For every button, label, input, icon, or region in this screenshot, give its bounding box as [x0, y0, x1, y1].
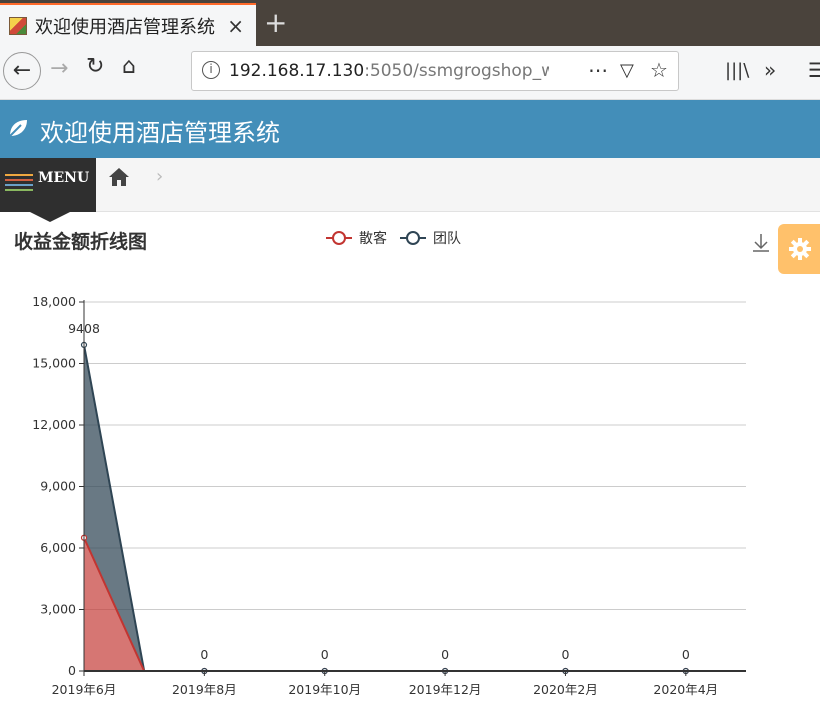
- data-label: 9408: [68, 321, 100, 336]
- area-walkin: [84, 537, 746, 671]
- breadcrumb: MENU ›: [0, 158, 820, 222]
- legend-marker-walkin: [332, 231, 346, 245]
- url-text[interactable]: 192.168.17.130:5050/ssmgrogshop_war/: [229, 61, 549, 81]
- menu-toggle-button[interactable]: MENU: [0, 158, 96, 212]
- x-tick-label: 2019年12月: [409, 682, 482, 697]
- home-icon[interactable]: ⌂: [122, 54, 136, 79]
- browser-tab[interactable]: 欢迎使用酒店管理系统 ×: [0, 3, 256, 46]
- y-tick-label: 9,000: [40, 479, 76, 494]
- info-icon[interactable]: i: [202, 61, 220, 79]
- chart-axes: 0 3,000 6,000 9,000 12,000 15,000 18,000 2019年6…: [32, 294, 746, 697]
- area-group: [84, 344, 746, 671]
- chart-title: 收益金额折线图: [14, 230, 147, 253]
- new-tab-button[interactable]: +: [264, 6, 287, 39]
- menu-lines-icon: [5, 174, 33, 194]
- data-label: 0: [321, 647, 329, 662]
- y-tick-label: 6,000: [40, 540, 76, 555]
- app-title: 欢迎使用酒店管理系统: [40, 119, 280, 147]
- browser-nav-bar: ← → ↻ ⌂ i 192.168.17.130:5050/ssmgrogsho…: [0, 46, 820, 100]
- url-host: 192.168.17.130: [229, 61, 365, 81]
- x-tick-label: 2019年8月: [172, 682, 237, 697]
- legend-label-walkin: 散客: [359, 230, 387, 247]
- tab-close-icon[interactable]: ×: [227, 14, 244, 38]
- data-label: 0: [682, 647, 690, 662]
- chart-grid: [84, 301, 746, 610]
- url-path: :5050/ssmgrogshop_war/: [364, 61, 549, 81]
- breadcrumb-home-icon[interactable]: [108, 166, 130, 188]
- library-icon[interactable]: |||\: [725, 60, 749, 81]
- favicon-icon: [9, 16, 27, 35]
- legend-label-group: 团队: [433, 231, 461, 247]
- y-tick-label: 3,000: [40, 602, 76, 617]
- download-icon[interactable]: [753, 234, 769, 252]
- breadcrumb-separator-icon: ›: [156, 166, 164, 187]
- leaf-icon: [9, 120, 27, 137]
- back-arrow-icon[interactable]: ←: [3, 52, 41, 90]
- chart-areas: [80, 341, 746, 675]
- legend-item-walkin[interactable]: 散客: [326, 230, 387, 247]
- chart-labels: 9408 0 0 0 0 0: [68, 321, 690, 662]
- chart-legend: 散客 团队: [326, 230, 461, 247]
- data-label: 0: [561, 647, 569, 662]
- legend-item-group[interactable]: 团队: [400, 231, 461, 247]
- pocket-icon[interactable]: ▽: [620, 60, 634, 81]
- y-tick-label: 15,000: [32, 356, 76, 371]
- forward-arrow-icon[interactable]: →: [50, 56, 68, 81]
- tab-title: 欢迎使用酒店管理系统: [35, 16, 215, 38]
- hamburger-menu-icon[interactable]: ☰: [808, 58, 820, 82]
- data-label: 0: [441, 647, 449, 662]
- x-tick-label: 2019年6月: [52, 682, 117, 697]
- x-tick-label: 2019年10月: [288, 682, 361, 697]
- x-tick-label: 2020年4月: [653, 682, 718, 697]
- y-tick-label: 18,000: [32, 294, 76, 309]
- reload-icon[interactable]: ↻: [86, 54, 104, 79]
- line-group: [83, 344, 746, 672]
- overflow-chevron-icon[interactable]: »: [764, 58, 776, 82]
- app-header: 欢迎使用酒店管理系统: [0, 100, 820, 158]
- data-label: 0: [200, 647, 208, 662]
- legend-marker-group: [406, 231, 420, 245]
- url-bar[interactable]: i 192.168.17.130:5050/ssmgrogshop_war/ ⋯…: [191, 51, 679, 91]
- bookmark-star-icon[interactable]: ☆: [650, 58, 668, 82]
- revenue-line-chart: 收益金额折线图 散客 团队 0 3,000 6,000 9,000 12,000 15,0…: [14, 230, 769, 697]
- browser-tab-strip: 欢迎使用酒店管理系统 × +: [0, 0, 820, 46]
- menu-label: MENU: [38, 170, 90, 186]
- line-walkin: [83, 537, 746, 672]
- x-tick-label: 2020年2月: [533, 682, 598, 697]
- y-tick-label: 0: [68, 663, 76, 678]
- page-actions-icon[interactable]: ⋯: [588, 58, 608, 82]
- y-tick-label: 12,000: [32, 417, 76, 432]
